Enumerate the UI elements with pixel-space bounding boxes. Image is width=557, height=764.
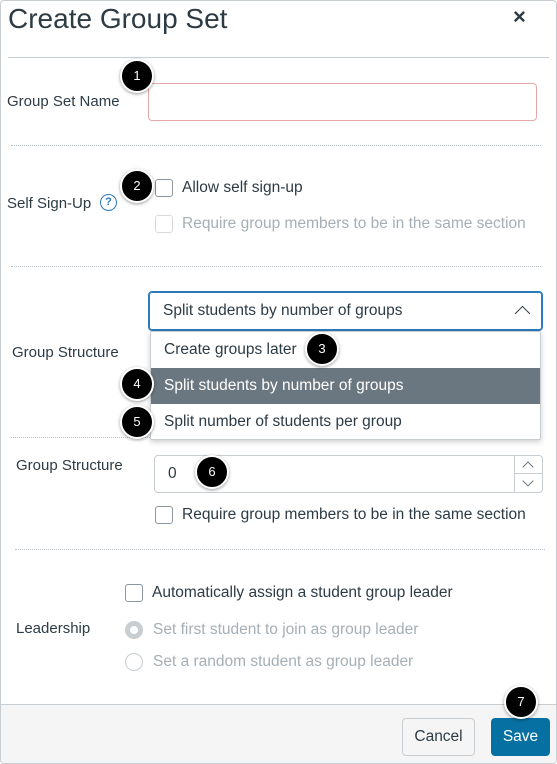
group-set-name-input[interactable] (148, 83, 537, 121)
callout-badge-5: 5 (120, 405, 154, 439)
chevron-up-icon (514, 305, 531, 322)
section-divider (11, 145, 541, 146)
callout-badge-7: 7 (504, 685, 538, 719)
random-student-leader-radio (125, 653, 143, 671)
group-structure-selected: Split students by number of groups (163, 302, 403, 319)
first-student-leader-radio (125, 621, 143, 639)
signup-same-section-label: Require group members to be in the same … (182, 215, 526, 232)
callout-badge-1: 1 (120, 59, 154, 93)
group-structure-label: Group Structure (12, 344, 119, 361)
group-structure-select[interactable]: Split students by number of groups (148, 291, 543, 331)
chevron-up-icon (522, 461, 534, 473)
group-structure-dropdown: Create groups later Split students by nu… (150, 331, 541, 440)
callout-badge-2: 2 (120, 169, 154, 203)
header-divider (8, 57, 549, 58)
callout-badge-4: 4 (120, 367, 154, 401)
group-count-value: 0 (168, 465, 177, 482)
option-split-students-per-group[interactable]: Split number of students per group (151, 404, 540, 440)
cancel-button[interactable]: Cancel (402, 718, 475, 756)
callout-badge-6: 6 (195, 455, 229, 489)
create-group-set-dialog: Create Group Set × Group Set Name Self S… (0, 0, 557, 764)
callout-badge-3: 3 (305, 332, 339, 366)
same-section-checkbox[interactable] (155, 506, 173, 524)
auto-assign-leader-checkbox[interactable] (125, 584, 143, 602)
auto-assign-leader-label: Automatically assign a student group lea… (152, 584, 453, 601)
same-section-label: Require group members to be in the same … (182, 506, 526, 523)
leadership-label: Leadership (16, 620, 91, 637)
option-create-groups-later[interactable]: Create groups later (151, 332, 540, 368)
allow-self-signup-checkbox[interactable] (155, 179, 173, 197)
section-divider (15, 549, 545, 550)
chevron-down-icon (522, 475, 534, 487)
dialog-footer: Cancel Save (1, 704, 556, 763)
allow-self-signup-label: Allow self sign-up (182, 179, 303, 196)
help-icon[interactable]: ? (100, 194, 117, 211)
group-count-label: Group Structure (16, 457, 123, 474)
first-student-leader-label: Set first student to join as group leade… (153, 621, 419, 638)
self-signup-label: Self Sign-Up (7, 195, 92, 212)
close-icon[interactable]: × (513, 4, 526, 30)
option-split-by-number-of-groups[interactable]: Split students by number of groups (151, 368, 540, 404)
signup-same-section-checkbox (155, 215, 173, 233)
increment-button[interactable] (514, 456, 542, 474)
save-button[interactable]: Save (491, 718, 550, 756)
section-divider (11, 266, 541, 267)
group-set-name-label: Group Set Name (7, 93, 120, 110)
decrement-button[interactable] (514, 474, 542, 492)
random-student-leader-label: Set a random student as group leader (153, 653, 414, 670)
dialog-title: Create Group Set (8, 3, 228, 34)
